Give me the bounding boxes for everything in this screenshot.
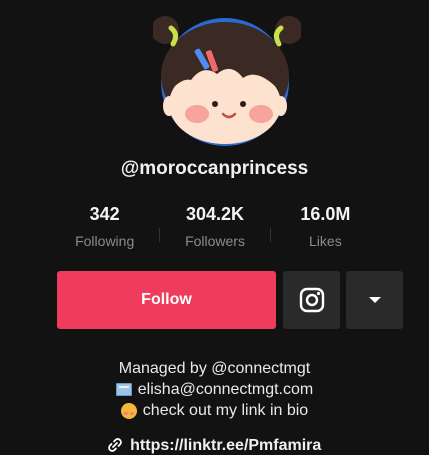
bio-line-managed: Managed by @connectmgt	[0, 358, 429, 379]
bio-line-link-note: check out my link in bio	[0, 400, 429, 421]
followers-count: 304.2K	[185, 204, 245, 224]
profile-username: @moroccanprincess	[120, 158, 309, 179]
stat-likes[interactable]: 16.0M Likes	[271, 204, 380, 249]
profile-stats: 342 Following 304.2K Followers 16.0M Lik…	[50, 204, 380, 254]
stat-following[interactable]: 342 Following	[50, 204, 159, 249]
link-icon	[107, 438, 122, 452]
bio-link-text: https://linktr.ee/Pmfamira	[130, 437, 322, 454]
bio-link[interactable]: https://linktr.ee/Pmfamira	[0, 437, 429, 455]
stat-followers[interactable]: 304.2K Followers	[160, 204, 269, 249]
bio-link-note-text: check out my link in bio	[142, 402, 309, 419]
bio-line-email: elisha@connectmgt.com	[0, 379, 429, 400]
profile-bio: Managed by @connectmgt elisha@connectmgt…	[0, 358, 429, 421]
following-label: Following	[75, 233, 135, 249]
likes-label: Likes	[309, 233, 342, 249]
instagram-button[interactable]	[283, 271, 340, 329]
avatar[interactable]	[151, 8, 303, 148]
email-icon	[115, 383, 132, 396]
followers-label: Followers	[185, 233, 245, 249]
following-count: 342	[89, 204, 120, 224]
bio-email-text: elisha@connectmgt.com	[137, 381, 314, 398]
cartoon-girl-avatar-icon	[151, 16, 303, 146]
follow-button[interactable]: Follow	[57, 271, 276, 329]
smiling-face-hearts-icon	[120, 402, 137, 419]
caret-down-icon	[368, 297, 381, 303]
likes-count: 16.0M	[300, 204, 351, 224]
instagram-icon	[299, 287, 324, 313]
more-options-button[interactable]	[346, 271, 403, 329]
bio-managed-text: Managed by @connectmgt	[118, 360, 311, 377]
